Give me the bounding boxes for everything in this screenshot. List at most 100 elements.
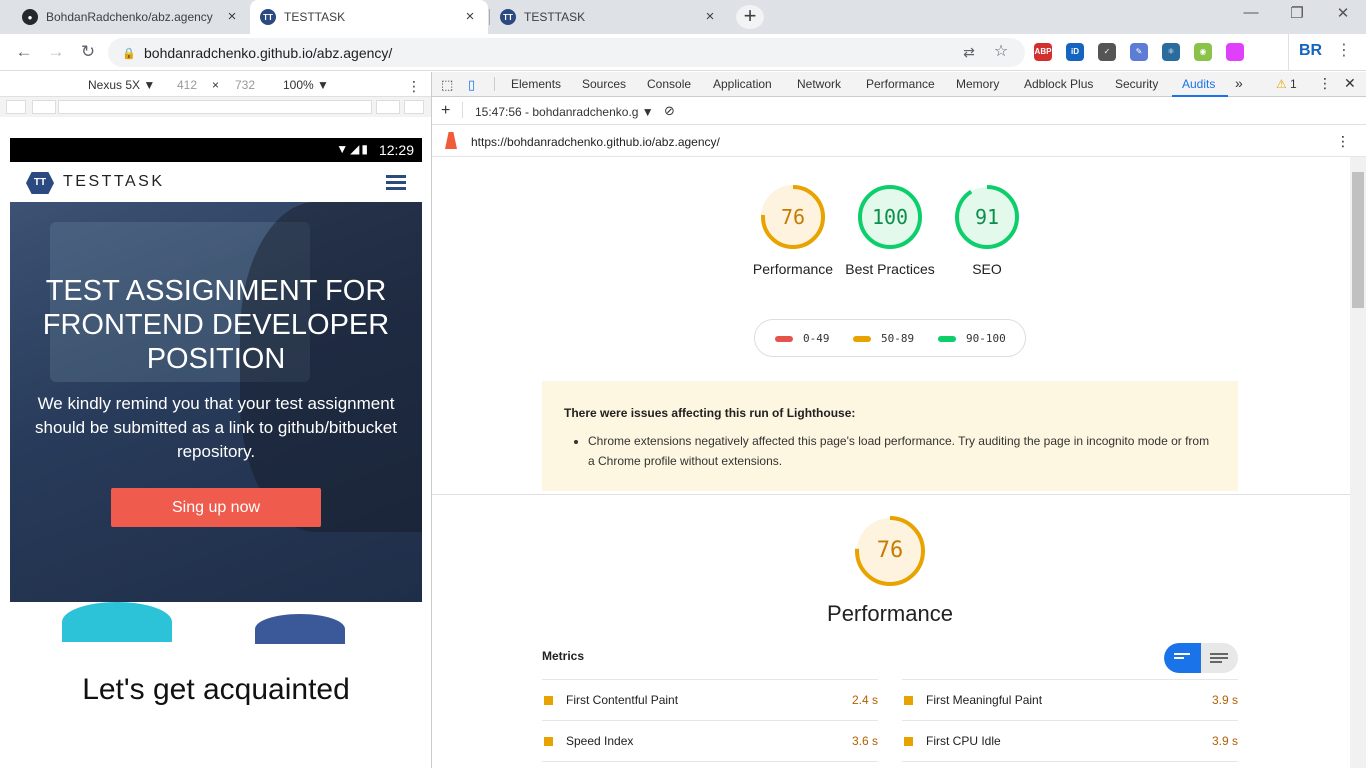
performance-section-score: 76 [876,538,904,563]
close-icon[interactable]: × [224,9,240,25]
report-selector[interactable]: 15:47:56 - bohdanradchenko.g ▼ [475,105,654,119]
tab-testtask-active[interactable]: TT TESTTASK × [250,0,488,34]
close-devtools-icon[interactable]: ✕ [1344,75,1356,92]
close-icon[interactable]: × [702,9,718,25]
report-menu-icon[interactable]: ⋮ [1336,133,1350,150]
check-icon[interactable]: ✓ [1098,43,1116,61]
settings-menu-icon[interactable]: ⋮ [1318,75,1332,92]
star-icon[interactable]: ☆ [993,44,1009,60]
metric-label: First CPU Idle [926,734,1001,748]
tab-memory[interactable]: Memory [956,77,999,91]
more-options-icon[interactable]: ⋮ [407,78,421,95]
metric-label: Speed Index [566,734,634,748]
phone-status-bar: ▼◢▮ 12:29 [10,138,422,162]
metrics-view-toggle[interactable] [1164,643,1238,673]
tab-sources[interactable]: Sources [582,77,626,91]
new-tab-button[interactable]: + [736,5,764,29]
tab-elements[interactable]: Elements [511,77,561,91]
media-query-segment[interactable] [376,100,400,114]
tab-application[interactable]: Application [713,77,772,91]
profile-avatar[interactable]: BR [1299,42,1322,60]
tab-network[interactable]: Network [797,77,841,91]
metric-value: 3.6 s [851,734,878,748]
seo-label: SEO [972,261,1002,277]
performance-score: 76 [780,205,806,229]
hero-section: TEST ASSIGNMENT FOR FRONTEND DEVELOPER P… [10,202,422,602]
active-tab-indicator [1172,95,1228,97]
site-logo-icon[interactable]: TT [26,172,54,194]
device-toolbar: Nexus 5X ▼ 412 × 732 100% ▼ ⋮ [0,72,431,97]
metric-value: 2.4 s [851,693,878,707]
metric-row: First Contentful Paint 2.4 s [542,679,878,720]
inspect-icon[interactable]: ⬚ [441,77,453,93]
device-select[interactable]: Nexus 5X ▼ [88,78,155,92]
warning-title: There were issues affecting this run of … [564,406,856,420]
reload-icon[interactable]: ↻ [77,41,99,63]
close-icon[interactable]: × [462,9,478,25]
seo-gauge[interactable]: 91 [954,184,1020,250]
expanded-view-icon[interactable] [1210,653,1228,663]
color-icon[interactable]: ◉ [1194,43,1212,61]
average-indicator-icon [544,737,553,746]
best-practices-label: Best Practices [845,261,935,277]
device-height[interactable]: 732 [235,78,255,92]
translate-icon[interactable]: ⇄ [961,44,977,60]
hamburger-menu-icon[interactable] [386,175,406,191]
back-icon[interactable]: ← [13,41,35,63]
address-url[interactable]: bohdanradchenko.github.io/abz.agency/ [144,45,392,61]
performance-section-gauge[interactable]: 76 [854,515,926,587]
tab-performance[interactable]: Performance [866,77,935,91]
site-logo-text[interactable]: TESTTASK [63,173,165,191]
restore-button[interactable]: ❐ [1274,4,1320,28]
tab-testtask[interactable]: TT TESTTASK × [490,0,728,34]
signup-button[interactable]: Sing up now [111,488,321,527]
report-url[interactable]: https://bohdanradchenko.github.io/abz.ag… [471,135,720,149]
menu-icon[interactable]: ⋮ [1336,40,1352,60]
metric-label: First Contentful Paint [566,693,679,707]
clear-icon[interactable]: ⊘ [664,103,675,119]
pen-icon[interactable]: ✎ [1130,43,1148,61]
address-bar[interactable]: 🔒 bohdanradchenko.github.io/abz.agency/ … [108,38,1025,67]
metric-row-divider [542,761,878,768]
seo-score: 91 [974,205,1000,229]
device-toggle-icon[interactable]: ▯ [468,77,475,93]
tab-strip: ● BohdanRadchenko/abz.agency × TT TESTTA… [0,0,1366,34]
runtime-warning: There were issues affecting this run of … [542,381,1238,491]
tab-title: BohdanRadchenko/abz.agency [46,10,213,24]
forward-icon[interactable]: → [45,41,67,63]
section-divider [432,494,1350,495]
performance-gauge[interactable]: 76 [760,184,826,250]
site-header: TT TESTTASK [10,162,422,202]
tab-console[interactable]: Console [647,77,691,91]
warning-icon[interactable]: ⚠ [1276,77,1287,91]
tab-audits[interactable]: Audits [1182,77,1215,91]
warning-count[interactable]: 1 [1290,77,1297,91]
new-audit-icon[interactable]: + [441,102,450,120]
report-url-bar: https://bohdanradchenko.github.io/abz.ag… [432,126,1366,157]
id-icon[interactable]: iD [1066,43,1084,61]
metric-row: First CPU Idle 3.9 s [902,720,1238,761]
best-practices-gauge[interactable]: 100 [857,184,923,250]
media-query-segment[interactable] [58,100,372,114]
legend-item-pass: 90-100 [938,332,1006,345]
media-query-segment[interactable] [6,100,26,114]
performance-label: Performance [752,261,834,277]
tab-github[interactable]: ● BohdanRadchenko/abz.agency × [12,0,250,34]
scrollbar-thumb[interactable] [1352,172,1364,308]
window-close-button[interactable]: ✕ [1320,4,1366,28]
media-query-segment[interactable] [32,100,56,114]
react-icon[interactable]: ⚛ [1162,43,1180,61]
tab-security[interactable]: Security [1115,77,1158,91]
zoom-select[interactable]: 100% ▼ [283,78,329,92]
tab-divider [494,77,495,91]
media-query-segment[interactable] [404,100,424,114]
tab-adblock-plus[interactable]: Adblock Plus [1024,77,1093,91]
github-icon: ● [22,9,38,25]
minimize-button[interactable]: — [1228,4,1274,28]
hero-title: TEST ASSIGNMENT FOR FRONTEND DEVELOPER P… [42,275,390,375]
more-tabs-icon[interactable]: » [1235,75,1243,91]
device-width[interactable]: 412 [177,78,197,92]
gradient-icon[interactable] [1226,43,1244,61]
toolbar-divider [462,102,463,118]
abp-icon[interactable]: ABP [1034,43,1052,61]
